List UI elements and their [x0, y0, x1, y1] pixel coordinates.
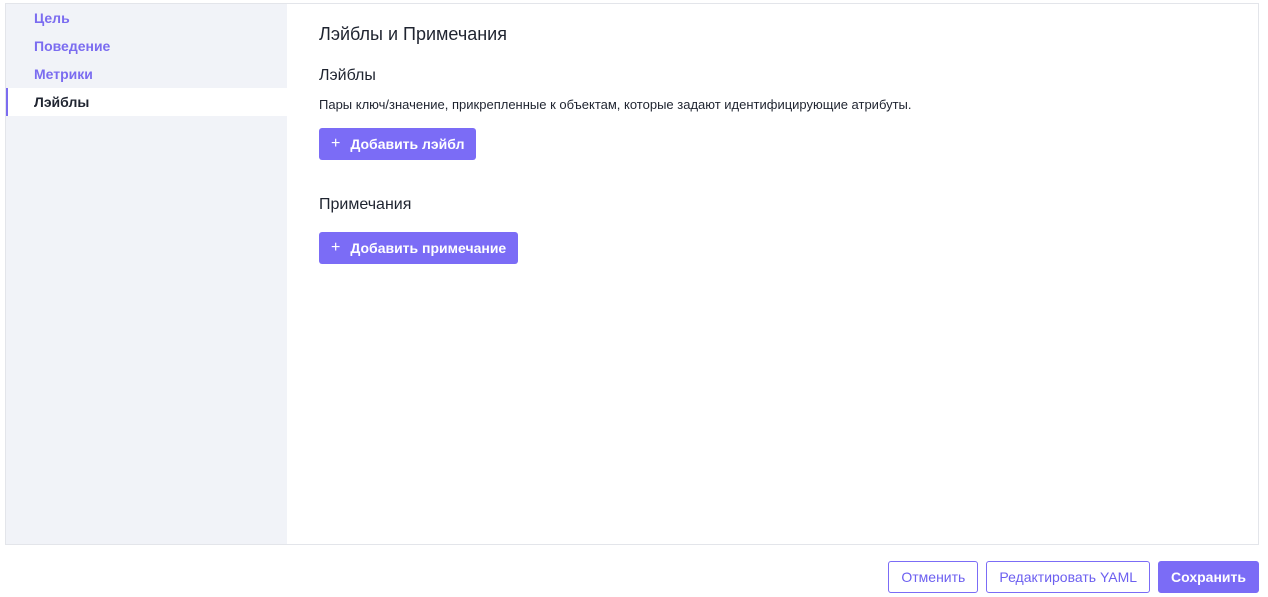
- plus-icon: +: [331, 135, 341, 152]
- sidebar-item-metrics[interactable]: Метрики: [6, 60, 287, 88]
- labels-section: Лэйблы Пары ключ/значение, прикрепленные…: [319, 67, 1258, 160]
- editor-panel: Цель Поведение Метрики Лэйблы Лэйблы и П…: [5, 3, 1259, 545]
- plus-icon: +: [331, 239, 341, 256]
- add-annotation-button-label: Добавить примечание: [350, 240, 507, 256]
- main-content: Лэйблы и Примечания Лэйблы Пары ключ/зна…: [287, 4, 1258, 544]
- sidebar-item-behavior[interactable]: Поведение: [6, 32, 287, 60]
- footer-actions: Отменить Редактировать YAML Сохранить: [888, 561, 1259, 593]
- edit-yaml-button[interactable]: Редактировать YAML: [986, 561, 1151, 593]
- add-label-button-label: Добавить лэйбл: [350, 136, 465, 152]
- labels-section-title: Лэйблы: [319, 67, 376, 84]
- add-label-button[interactable]: + Добавить лэйбл: [319, 128, 477, 160]
- cancel-button[interactable]: Отменить: [888, 561, 979, 593]
- annotations-section: Примечания + Добавить примечание: [319, 196, 1258, 264]
- sidebar-item-goal[interactable]: Цель: [6, 4, 287, 32]
- annotations-section-title: Примечания: [319, 196, 412, 213]
- labels-section-description: Пары ключ/значение, прикрепленные к объе…: [319, 97, 912, 112]
- sidebar-item-labels[interactable]: Лэйблы: [6, 88, 287, 116]
- page-title: Лэйблы и Примечания: [319, 24, 507, 44]
- add-annotation-button[interactable]: + Добавить примечание: [319, 232, 519, 264]
- save-button[interactable]: Сохранить: [1158, 561, 1259, 593]
- sidebar: Цель Поведение Метрики Лэйблы: [6, 4, 287, 544]
